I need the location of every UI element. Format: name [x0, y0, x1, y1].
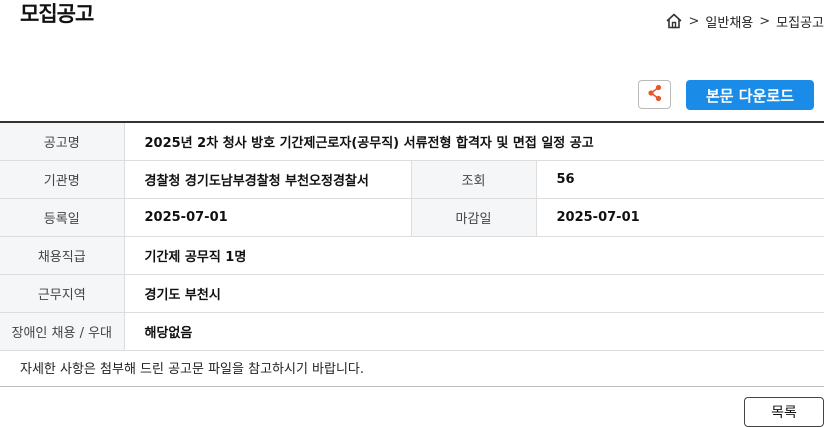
table-row: 공고명 2025년 2차 청사 방호 기간제근로자(공무직) 서류전형 합격자 …	[0, 122, 824, 161]
home-icon[interactable]	[665, 12, 683, 30]
list-button[interactable]: 목록	[744, 397, 824, 427]
download-body-button[interactable]: 본문 다운로드	[686, 80, 814, 110]
table-row: 채용직급 기간제 공무직 1명	[0, 236, 824, 275]
views-label: 조회	[411, 160, 537, 199]
disability-label: 장애인 채용 / 우대	[0, 312, 125, 351]
table-row: 기관명 경찰청 경기도남부경찰청 부천오정경찰서 조회 56	[0, 160, 824, 199]
title-value: 2025년 2차 청사 방호 기간제근로자(공무직) 서류전형 합격자 및 면접…	[124, 122, 824, 161]
disability-value: 해당없음	[124, 312, 824, 351]
divider	[0, 386, 824, 387]
breadcrumb-item-general-recruit[interactable]: 일반채용	[705, 12, 753, 31]
share-icon	[646, 83, 664, 107]
page-title: 모집공고	[20, 2, 94, 26]
breadcrumb-separator: >	[759, 13, 771, 29]
views-value: 56	[536, 160, 824, 199]
agency-value: 경찰청 경기도남부경찰청 부천오정경찰서	[124, 160, 412, 199]
breadcrumb-item-recruit-notice[interactable]: 모집공고	[776, 12, 824, 31]
share-button[interactable]	[638, 80, 671, 109]
notice-info-table: 공고명 2025년 2차 청사 방호 기간제근로자(공무직) 서류전형 합격자 …	[0, 121, 824, 351]
job-grade-label: 채용직급	[0, 236, 125, 275]
breadcrumb: > 일반채용 > 모집공고	[665, 10, 824, 32]
registered-date-label: 등록일	[0, 198, 125, 237]
registered-date-value: 2025-07-01	[124, 198, 412, 237]
agency-label: 기관명	[0, 160, 125, 199]
work-location-value: 경기도 부천시	[124, 274, 824, 313]
title-label: 공고명	[0, 122, 125, 161]
table-row: 장애인 채용 / 우대 해당없음	[0, 312, 824, 351]
deadline-value: 2025-07-01	[536, 198, 824, 237]
breadcrumb-separator: >	[688, 13, 700, 29]
work-location-label: 근무지역	[0, 274, 125, 313]
job-grade-value: 기간제 공무직 1명	[124, 236, 824, 275]
notice-body-text: 자세한 사항은 첨부해 드린 공고문 파일을 참고하시기 바랍니다.	[20, 362, 365, 377]
table-row: 근무지역 경기도 부천시	[0, 274, 824, 313]
table-row: 등록일 2025-07-01 마감일 2025-07-01	[0, 198, 824, 237]
deadline-label: 마감일	[411, 198, 537, 237]
